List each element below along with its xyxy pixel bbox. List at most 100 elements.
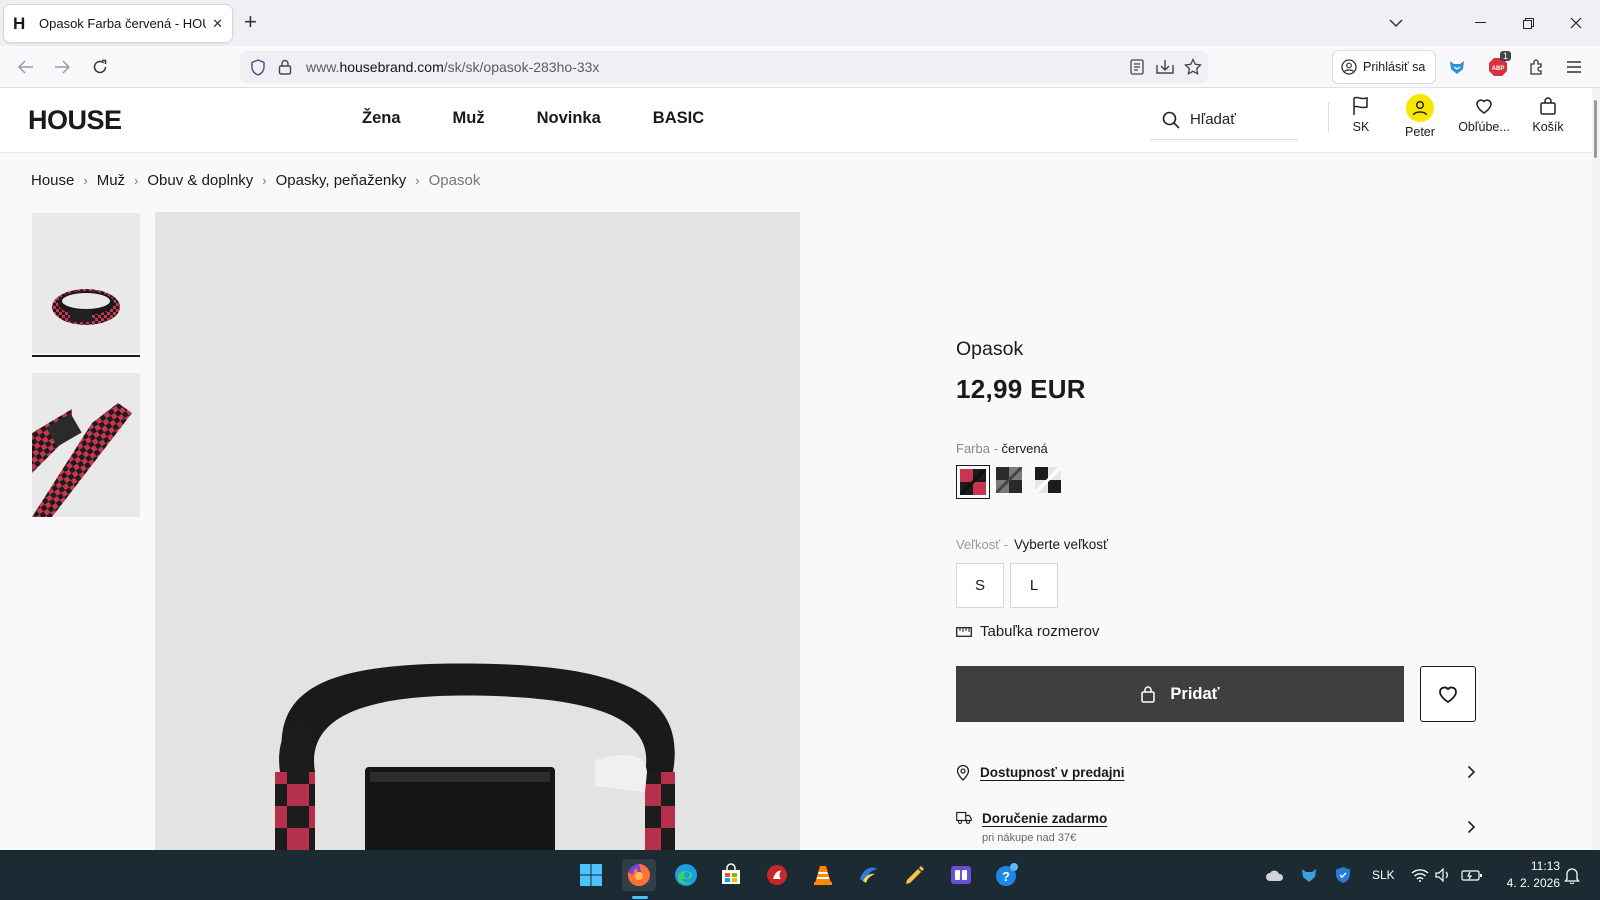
reload-icon[interactable] [87,55,113,79]
free-delivery-row[interactable]: Doručenie zadarmo pri nákupe nad 37€ [956,811,1476,844]
microsoft-store-icon[interactable] [714,859,748,891]
delivery-truck-icon [956,811,972,824]
app-purple-icon[interactable] [944,859,978,891]
breadcrumb-link-muz[interactable]: Muž [97,172,125,189]
app-red-icon[interactable] [760,859,794,891]
tab-list-chevron-icon[interactable] [1384,12,1408,34]
site-header: HOUSE Žena Muž Novinka BASIC Hľadať SK P… [0,88,1592,153]
add-to-cart-label: Pridať [1170,684,1220,703]
add-to-cart-button[interactable]: Pridať [956,666,1404,722]
main-navigation: Žena Muž Novinka BASIC [362,109,756,128]
add-to-favorites-button[interactable] [1420,666,1476,722]
main-product-image[interactable] [155,212,800,850]
onedrive-cloud-icon[interactable] [1262,859,1288,891]
favorites-button[interactable]: Obľúbe... [1452,96,1516,134]
search-input[interactable]: Hľadať [1150,100,1298,140]
back-arrow-icon[interactable] [13,55,39,79]
breadcrumb-link-house[interactable]: House [31,172,74,189]
extensions-puzzle-icon[interactable] [1526,56,1548,78]
url-bar[interactable]: www.housebrand.com/sk/sk/opasok-283ho-33… [240,51,1208,83]
user-icon [1412,101,1428,116]
notifications-bell-icon[interactable] [1560,859,1584,891]
color-swatch-white-black[interactable] [1033,465,1065,497]
url-host: housebrand.com [339,59,444,75]
app-help-icon[interactable]: ? [990,859,1024,891]
minimize-window-button[interactable] [1456,0,1504,46]
nav-link-novinka[interactable]: Novinka [537,109,601,128]
breadcrumb: House › Muž › Obuv & doplnky › Opasky, p… [31,172,480,189]
product-thumbnail-2[interactable] [32,373,140,517]
restore-window-button[interactable] [1504,0,1552,46]
forward-arrow-icon[interactable] [49,55,75,79]
language-selector[interactable]: SK [1329,96,1393,134]
battery-icon[interactable] [1458,859,1486,891]
color-swatch-red-black[interactable] [956,465,990,499]
save-to-pocket-icon[interactable] [1156,58,1174,76]
adblock-extension-icon[interactable]: ABP 1 [1487,51,1512,78]
browser-tab-active[interactable]: H Opasok Farba červená - HOUSE ✕ [4,5,232,42]
scrollbar-thumb[interactable] [1594,100,1597,158]
size-option-s[interactable]: S [956,563,1004,608]
extension-fox-icon[interactable] [1446,56,1468,78]
nav-link-zena[interactable]: Žena [362,109,401,128]
nav-link-basic[interactable]: BASIC [653,109,704,128]
browser-navigation-bar: www.housebrand.com/sk/sk/opasok-283ho-33… [0,46,1600,88]
keyboard-language[interactable]: SLK [1372,868,1395,882]
firefox-account-signin-button[interactable]: Prihlásiť sa [1332,50,1437,84]
edge-taskbar-icon[interactable] [669,859,703,891]
url-text[interactable]: www.housebrand.com/sk/sk/opasok-283ho-33… [306,59,599,75]
search-placeholder: Hľadať [1190,111,1236,128]
location-pin-icon [956,765,970,781]
close-tab-icon[interactable]: ✕ [212,16,223,32]
security-shield-icon[interactable] [1330,859,1356,891]
app-pencil-icon[interactable] [898,859,932,891]
system-clock[interactable]: 11:13 4. 2. 2026 [1494,858,1560,892]
account-label: Peter [1405,125,1435,139]
favorites-label: Obľúbe... [1458,120,1510,134]
store-availability-row[interactable]: Dostupnosť v predajni [956,765,1476,781]
account-button[interactable]: Peter [1388,94,1452,139]
color-label: Farba [956,441,990,456]
bookmark-star-icon[interactable] [1184,58,1202,76]
tab-title: Opasok Farba červená - HOUSE [39,16,206,31]
tracking-protection-shield-icon[interactable] [249,58,267,76]
shopping-bag-icon [1141,686,1156,703]
nav-link-muz[interactable]: Muž [453,109,485,128]
firefox-taskbar-icon[interactable] [622,859,656,891]
store-availability-link[interactable]: Dostupnosť v predajni [980,765,1124,780]
product-thumbnail-1[interactable] [32,213,140,353]
color-separator: - [989,441,1002,456]
volume-icon[interactable] [1432,859,1456,891]
color-swatch-grey-black[interactable] [994,465,1026,497]
account-icon [1341,59,1357,75]
url-path: /sk/sk/opasok-283ho-33x [443,59,600,75]
size-table-link[interactable]: Tabuľka rozmerov [956,623,1099,640]
adblock-badge: 1 [1500,51,1512,61]
hamburger-menu-icon[interactable] [1563,56,1585,78]
reader-view-icon[interactable] [1128,58,1146,76]
free-delivery-condition: pri nákupe nad 37€ [982,832,1077,844]
size-option-l[interactable]: L [1010,563,1058,608]
size-label-row: Veľkosť - Vyberte veľkosť [956,537,1108,552]
wifi-icon[interactable] [1408,859,1432,891]
breadcrumb-current: Opasok [428,172,481,189]
tray-fox-icon[interactable] [1296,859,1322,891]
cart-button[interactable]: Košík [1516,96,1580,134]
breadcrumb-link-opasky[interactable]: Opasky, peňaženky [276,172,407,189]
house-logo[interactable]: HOUSE [28,105,122,136]
product-price: 12,99 EUR [956,374,1086,404]
page-scrollbar[interactable] [1592,88,1600,850]
app-blue-yellow-icon[interactable] [852,859,886,891]
free-delivery-link[interactable]: Doručenie zadarmo [982,811,1107,826]
chevron-right-icon [1467,765,1476,779]
breadcrumb-link-obuv-doplnky[interactable]: Obuv & doplnky [147,172,253,189]
windows-taskbar: ? SLK 11:13 4. 2. 2026 [0,850,1600,900]
heart-icon [1476,99,1492,114]
new-tab-button[interactable]: + [244,11,257,33]
vlc-icon[interactable] [806,859,840,891]
windows-start-icon[interactable] [574,859,608,891]
lock-icon[interactable] [276,58,294,76]
close-window-button[interactable] [1552,0,1600,46]
avatar [1406,94,1434,122]
breadcrumb-chevron-icon: › [415,173,420,188]
